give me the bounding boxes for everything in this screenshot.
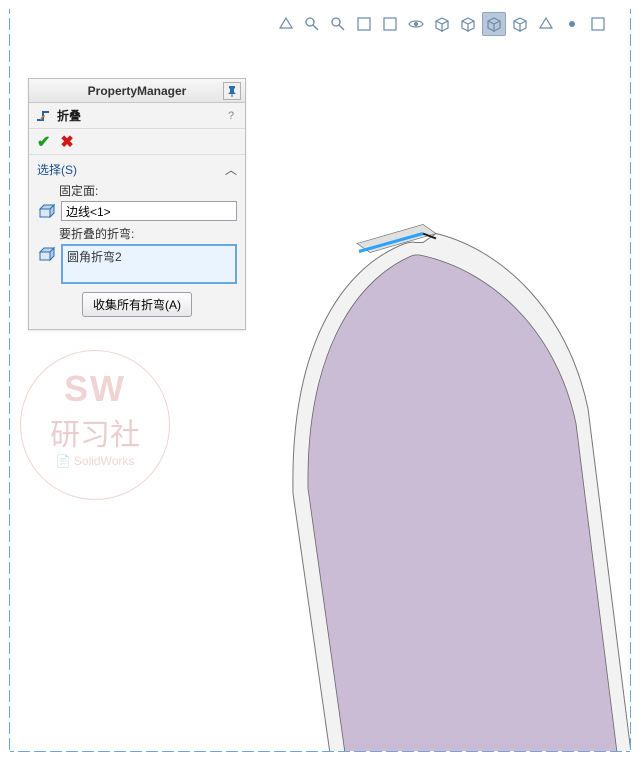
appearance-icon[interactable] [456,12,480,36]
hide-show-icon[interactable] [508,12,532,36]
bends-listbox[interactable]: 圆角折弯2 [61,244,237,284]
collect-all-bends-button[interactable]: 收集所有折弯(A) [82,292,192,317]
pin-icon[interactable] [223,82,241,100]
feature-header: 折叠 ? [29,103,245,129]
section-header-label: 选择(S) [37,161,77,178]
section-header[interactable]: 选择(S) ︿ [37,161,237,178]
zoom-area-icon[interactable] [326,12,350,36]
bends-label: 要折叠的折弯: [59,225,237,242]
face-select-icon[interactable] [37,201,57,221]
panel-title-bar: PropertyManager [29,79,245,103]
focus-icon[interactable] [560,12,584,36]
chevron-up-icon: ︿ [225,161,237,178]
panel-title: PropertyManager [88,84,187,98]
save-view-icon[interactable] [586,12,610,36]
scene-icon[interactable] [430,12,454,36]
cancel-button[interactable]: ✖ [60,132,73,152]
fixed-face-label: 固定面: [59,182,237,199]
view-orientation-icon[interactable] [482,12,506,36]
dropdown-icon[interactable] [274,12,298,36]
property-manager-panel: PropertyManager 折叠 ? ✔ ✖ 选择(S) ︿ 固定面: [28,78,246,330]
bend-item[interactable]: 圆角折弯2 [67,248,231,265]
bend-select-icon[interactable] [37,244,57,264]
display-style-icon[interactable] [378,12,402,36]
ok-button[interactable]: ✔ [37,132,50,152]
fixed-face-input[interactable] [61,201,237,221]
feature-name: 折叠 [57,107,81,124]
help-icon[interactable]: ? [223,108,239,124]
section-icon[interactable] [352,12,376,36]
view-toolbar [10,10,630,38]
zoom-fit-icon[interactable] [300,12,324,36]
fold-icon [35,107,53,125]
perspective-icon[interactable] [404,12,428,36]
more-icon[interactable] [534,12,558,36]
confirm-row: ✔ ✖ [29,129,245,155]
selection-section: 选择(S) ︿ 固定面: 要折叠的折弯: [29,155,245,329]
